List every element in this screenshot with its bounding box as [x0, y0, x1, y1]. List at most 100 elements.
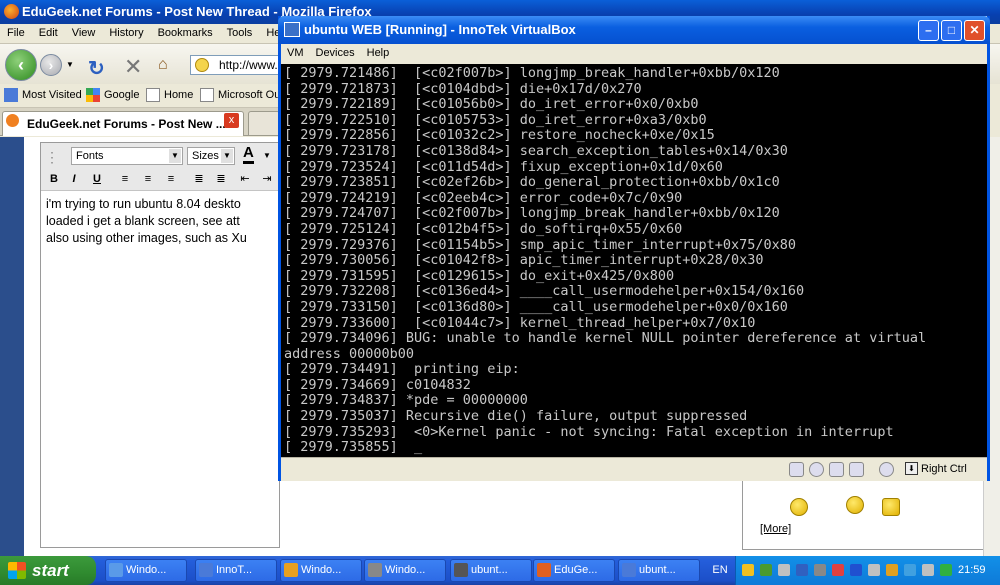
tray-app-icon[interactable]: [940, 564, 952, 576]
history-dropdown-icon[interactable]: ▼: [66, 60, 74, 69]
minimize-button[interactable]: –: [918, 20, 939, 41]
bookmark-home[interactable]: Home: [146, 88, 193, 102]
tray-app-icon[interactable]: [760, 564, 772, 576]
network-icon[interactable]: [849, 462, 864, 477]
taskbar-button[interactable]: Windo...: [105, 559, 187, 582]
tray-app-icon[interactable]: [886, 564, 898, 576]
taskbar-button-label: ubunt...: [639, 564, 676, 576]
tray-app-icon[interactable]: [832, 564, 844, 576]
taskbar-button[interactable]: Windo...: [364, 559, 446, 582]
close-button[interactable]: ✕: [964, 20, 985, 41]
bookmark-google[interactable]: Google: [86, 88, 139, 102]
language-indicator[interactable]: EN: [707, 556, 733, 585]
taskbar-app-icon: [537, 563, 551, 577]
editor-text[interactable]: i'm trying to run ubuntu 8.04 deskto loa…: [46, 196, 280, 247]
tray-app-icon[interactable]: [868, 564, 880, 576]
smilies-box: [742, 480, 994, 550]
outdent-icon[interactable]: ⇤: [236, 171, 254, 187]
cd-rom-icon[interactable]: [809, 462, 824, 477]
reload-icon[interactable]: ↻: [88, 56, 105, 81]
size-select[interactable]: Sizes ▼: [187, 147, 235, 165]
tray-app-icon[interactable]: [904, 564, 916, 576]
maximize-button[interactable]: □: [941, 20, 962, 41]
page-left-bar: [0, 137, 24, 556]
taskbar-button-label: Windo...: [126, 564, 167, 576]
taskbar-button[interactable]: ubunt...: [618, 559, 700, 582]
menu-devices[interactable]: Devices: [310, 44, 361, 62]
dizzy-smiley-icon[interactable]: [846, 496, 864, 514]
hard-disk-icon[interactable]: [789, 462, 804, 477]
firefox-icon: [4, 4, 19, 19]
taskbar-button[interactable]: EduGe...: [533, 559, 615, 582]
clock[interactable]: 21:59: [958, 556, 986, 585]
virtualbox-title-bar: ubuntu WEB [Running] - InnoTek VirtualBo…: [278, 16, 990, 44]
menu-help[interactable]: Help: [361, 44, 396, 62]
italic-button[interactable]: I: [65, 171, 83, 187]
indent-icon[interactable]: ⇥: [258, 171, 276, 187]
security-shield-icon[interactable]: [742, 564, 754, 576]
text-color-icon[interactable]: A: [243, 145, 254, 164]
bullet-list-icon[interactable]: ≣: [212, 171, 230, 187]
maximize-icon: □: [947, 23, 956, 37]
tab-close-icon[interactable]: x: [224, 113, 239, 128]
tab-strip: EduGeek.net Forums - Post New ... x: [0, 108, 280, 136]
bookmarks-toolbar: Most Visited Google Home Microsoft Ou: [0, 84, 280, 108]
menu-bookmarks[interactable]: Bookmarks: [151, 24, 220, 42]
console-line: [ 2979.723851] [<c02ef26b>] do_general_p…: [284, 174, 780, 191]
console-line: [ 2979.735037] Recursive die() failure, …: [284, 408, 748, 425]
editor-line: also using other images, such as Xu: [46, 231, 247, 245]
bookmark-label: Home: [164, 88, 194, 101]
menu-edit[interactable]: Edit: [32, 24, 65, 42]
taskbar-button-label: Windo...: [301, 564, 342, 576]
menu-history[interactable]: History: [102, 24, 150, 42]
tray-app-icon[interactable]: [814, 564, 826, 576]
tab-edugeek[interactable]: EduGeek.net Forums - Post New ...: [2, 111, 244, 136]
color-dropdown-icon[interactable]: ▼: [263, 151, 271, 160]
back-arrow-icon: ‹: [18, 55, 24, 75]
stop-icon[interactable]: ✕: [124, 54, 142, 80]
reading-smiley-icon[interactable]: [882, 498, 900, 516]
mouse-integration-icon[interactable]: [879, 462, 894, 477]
menu-view[interactable]: View: [65, 24, 103, 42]
tab-second[interactable]: [248, 111, 280, 136]
align-left-icon[interactable]: ≡: [116, 171, 134, 187]
grip-icon: ⋮: [45, 149, 59, 165]
vm-console-screen[interactable]: [ 2979.721486] [<c02f007b>] longjmp_brea…: [281, 64, 987, 457]
numbered-list-icon[interactable]: ≣: [190, 171, 208, 187]
home-icon[interactable]: ⌂: [158, 56, 168, 74]
network-tray-icon[interactable]: [778, 564, 790, 576]
console-line: [ 2979.733150] [<c0136d80>] ____call_use…: [284, 298, 788, 315]
taskbar-app-icon: [454, 563, 468, 577]
bookmark-most-visited[interactable]: Most Visited: [4, 88, 82, 102]
bold-button[interactable]: B: [45, 171, 63, 187]
console-line: address 00000b00: [284, 345, 415, 362]
virtualbox-menu-bar: VM Devices Help: [281, 44, 987, 64]
menu-vm[interactable]: VM: [281, 44, 310, 62]
display-tray-icon[interactable]: [796, 564, 808, 576]
folder-icon: [4, 88, 18, 102]
align-center-icon[interactable]: ≡: [139, 171, 157, 187]
windows-logo-icon: [8, 562, 26, 579]
bluetooth-icon[interactable]: [850, 564, 862, 576]
floppy-icon[interactable]: [829, 462, 844, 477]
page-icon: [146, 88, 160, 102]
align-right-icon[interactable]: ≡: [162, 171, 180, 187]
virtualbox-status-bar: [281, 457, 987, 481]
taskbar-button[interactable]: InnoT...: [195, 559, 277, 582]
taskbar-app-icon: [368, 563, 382, 577]
volume-icon[interactable]: [922, 564, 934, 576]
taskbar-button[interactable]: ubunt...: [450, 559, 532, 582]
taskbar-button[interactable]: Windo...: [280, 559, 362, 582]
back-button[interactable]: ‹: [5, 49, 37, 81]
forward-button[interactable]: ›: [40, 54, 62, 76]
taskbar-app-icon: [199, 563, 213, 577]
chevron-down-icon: ▼: [169, 149, 181, 163]
underline-button[interactable]: U: [88, 171, 106, 187]
menu-tools[interactable]: Tools: [220, 24, 260, 42]
menu-file[interactable]: File: [0, 24, 32, 42]
more-smilies-link[interactable]: [More]: [760, 523, 791, 535]
console-line: [ 2979.722856] [<c01032c2>] restore_noch…: [284, 127, 715, 144]
bookmark-microsoft[interactable]: Microsoft Ou: [200, 88, 280, 102]
font-select[interactable]: Fonts ▼: [71, 147, 183, 165]
confused-smiley-icon[interactable]: [790, 498, 808, 516]
